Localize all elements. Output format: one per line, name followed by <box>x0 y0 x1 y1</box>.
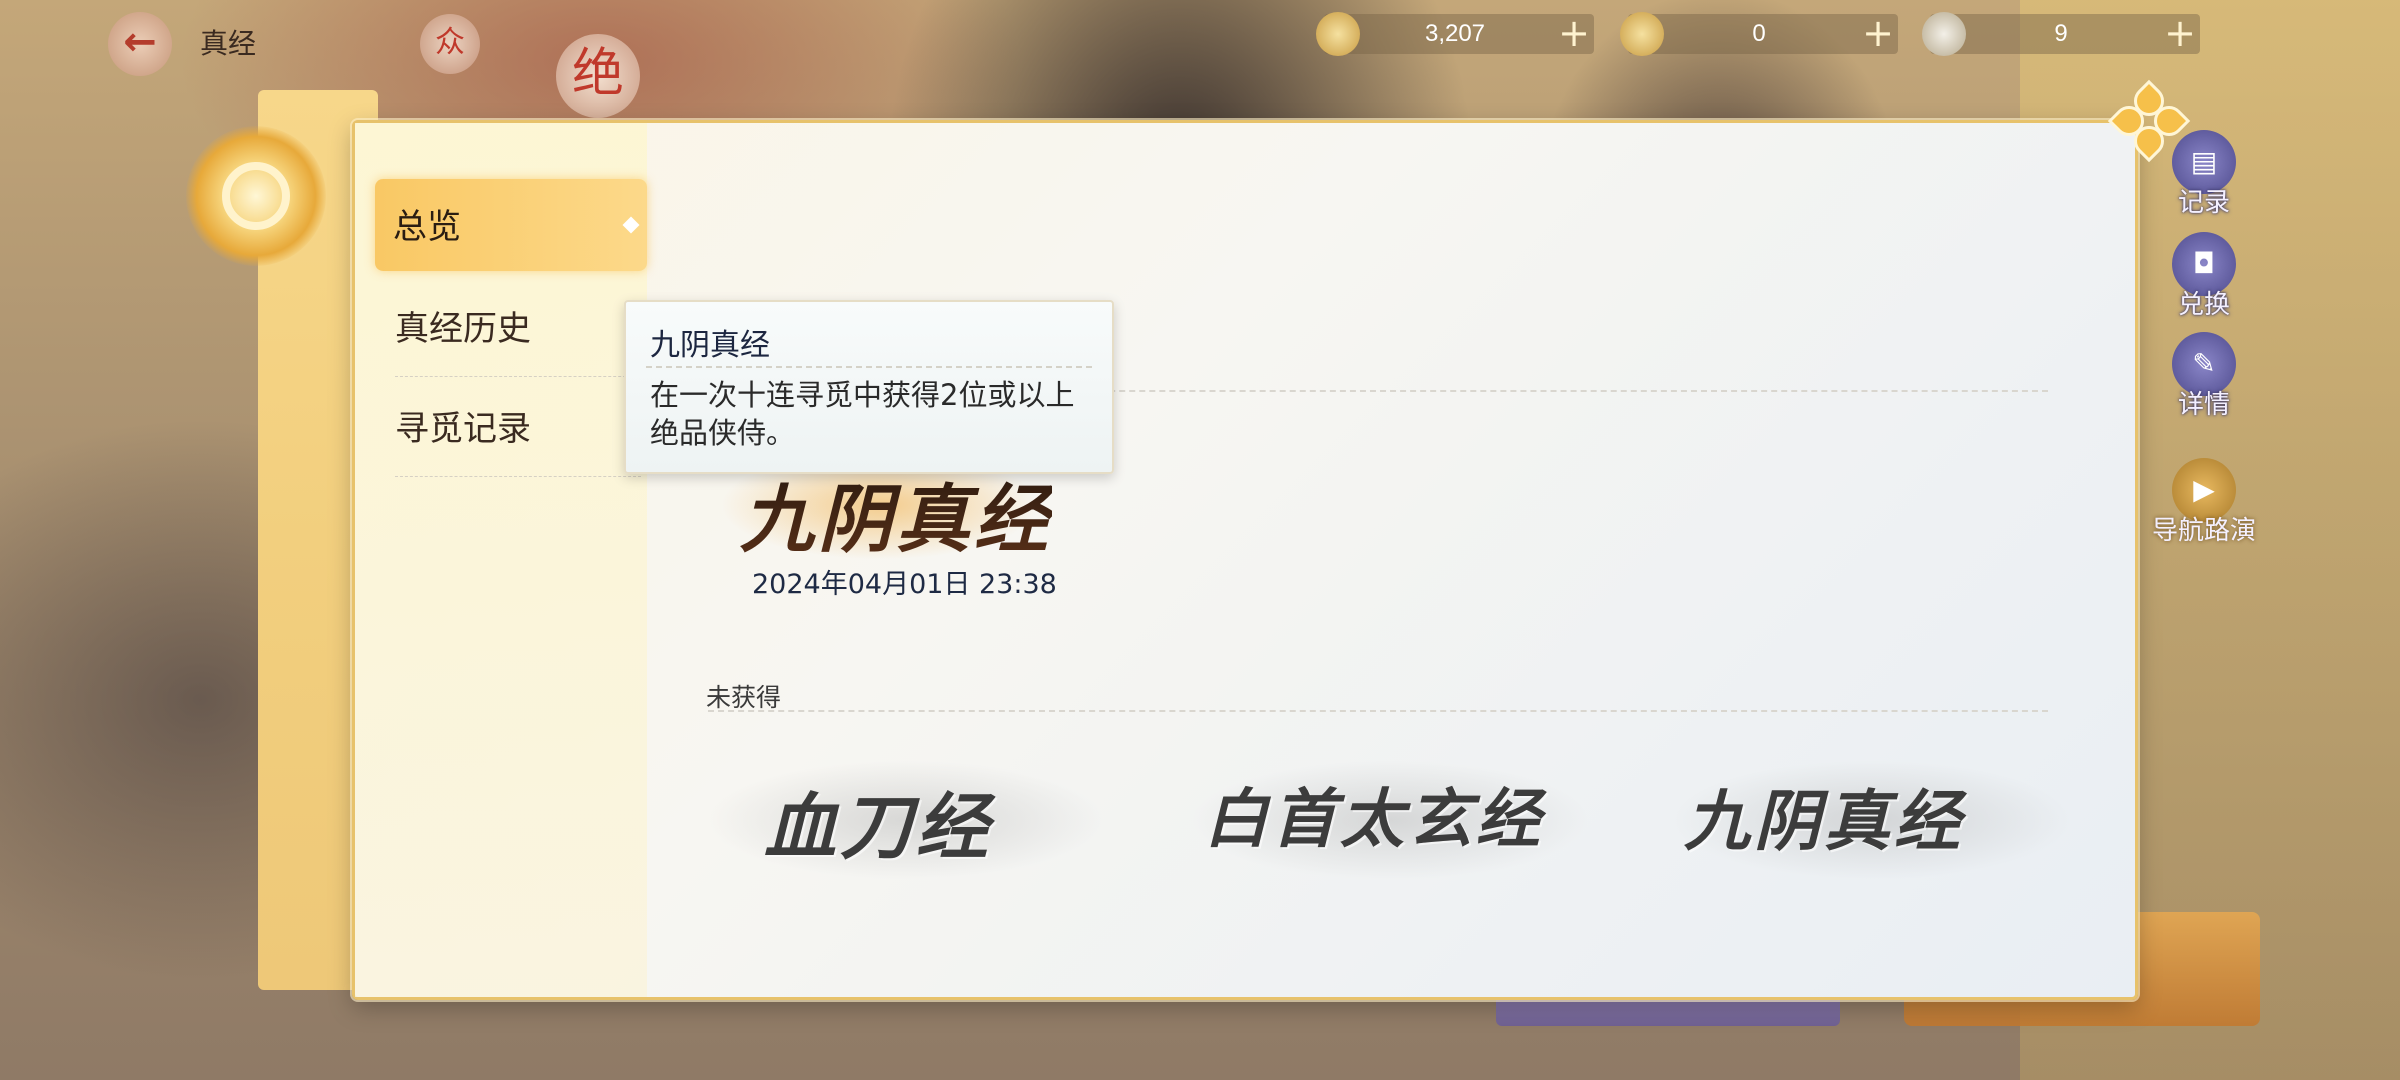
side-button-label: 导航路演 <box>2151 516 2256 546</box>
unowned-sutra-item[interactable]: 九阴真经 <box>1684 768 1964 864</box>
unowned-section-label: 未获得 <box>706 683 782 712</box>
currency-value: 3,207 <box>1424 20 1486 47</box>
unowned-sutra-item[interactable]: 血刀经 <box>764 768 992 873</box>
add-silver-button[interactable]: + <box>1554 14 1594 54</box>
silver-coin-icon <box>1316 12 1360 56</box>
tab-label: 总览 <box>393 207 461 247</box>
add-gold-button[interactable]: + <box>1858 14 1898 54</box>
side-button-details[interactable]: ✎ 详情 <box>2144 332 2264 421</box>
tab-overview[interactable]: 总览 <box>375 179 647 271</box>
tooltip-description: 在一次十连寻觅中获得2位或以上绝品侠侍。 <box>650 378 1075 450</box>
add-token-button[interactable]: + <box>2160 14 2200 54</box>
section-divider <box>708 710 2048 712</box>
page-title: 真经 <box>200 27 257 60</box>
currency-token: 9 + <box>1922 12 2200 56</box>
swirl-emblem-icon <box>186 126 326 266</box>
tab-label: 真经历史 <box>395 309 531 349</box>
close-icon[interactable] <box>2107 79 2191 163</box>
back-arrow-icon[interactable]: ← <box>108 12 172 76</box>
tab-search-record[interactable]: 寻觅记录 <box>395 381 641 477</box>
owned-date: 2024年04月01日 23:38 <box>752 569 1057 600</box>
currency-value: 0 <box>1752 20 1766 47</box>
currency-gold: 0 + <box>1620 12 1898 56</box>
side-button-label: 兑换 <box>2177 290 2230 320</box>
token-icon <box>1922 12 1966 56</box>
side-button-label: 记录 <box>2177 188 2230 218</box>
gold-ingot-icon <box>1620 12 1664 56</box>
side-button-label: 详情 <box>2177 390 2230 420</box>
emblem-ring <box>222 162 290 230</box>
dialog-sidebar: 总览 真经历史 寻觅记录 <box>355 123 647 997</box>
side-button-showcase[interactable]: ▶ 导航路演 <box>2144 458 2264 547</box>
tooltip-divider <box>646 366 1092 368</box>
tab-sutra-history[interactable]: 真经历史 <box>395 281 641 377</box>
seal-button[interactable]: 众 <box>420 14 480 74</box>
unowned-sutra-item[interactable]: 白首太玄经 <box>1204 768 1544 860</box>
tooltip-title: 九阴真经 <box>650 328 770 363</box>
side-button-exchange[interactable]: ◘ 兑换 <box>2144 232 2264 321</box>
seal-stamp-icon: 绝 <box>556 34 640 118</box>
currency-silver: 3,207 + <box>1316 12 1594 56</box>
active-indicator-icon <box>622 216 640 234</box>
sutra-tooltip: 九阴真经 在一次十连寻觅中获得2位或以上绝品侠侍。 <box>624 300 1114 474</box>
currency-value: 9 <box>2054 20 2068 47</box>
owned-sutra-title[interactable]: 九阴真经 <box>740 460 1052 567</box>
tab-label: 寻觅记录 <box>395 409 531 449</box>
top-bar: ← 真经 众 绝 3,207 + 0 + 9 + <box>0 0 2400 118</box>
